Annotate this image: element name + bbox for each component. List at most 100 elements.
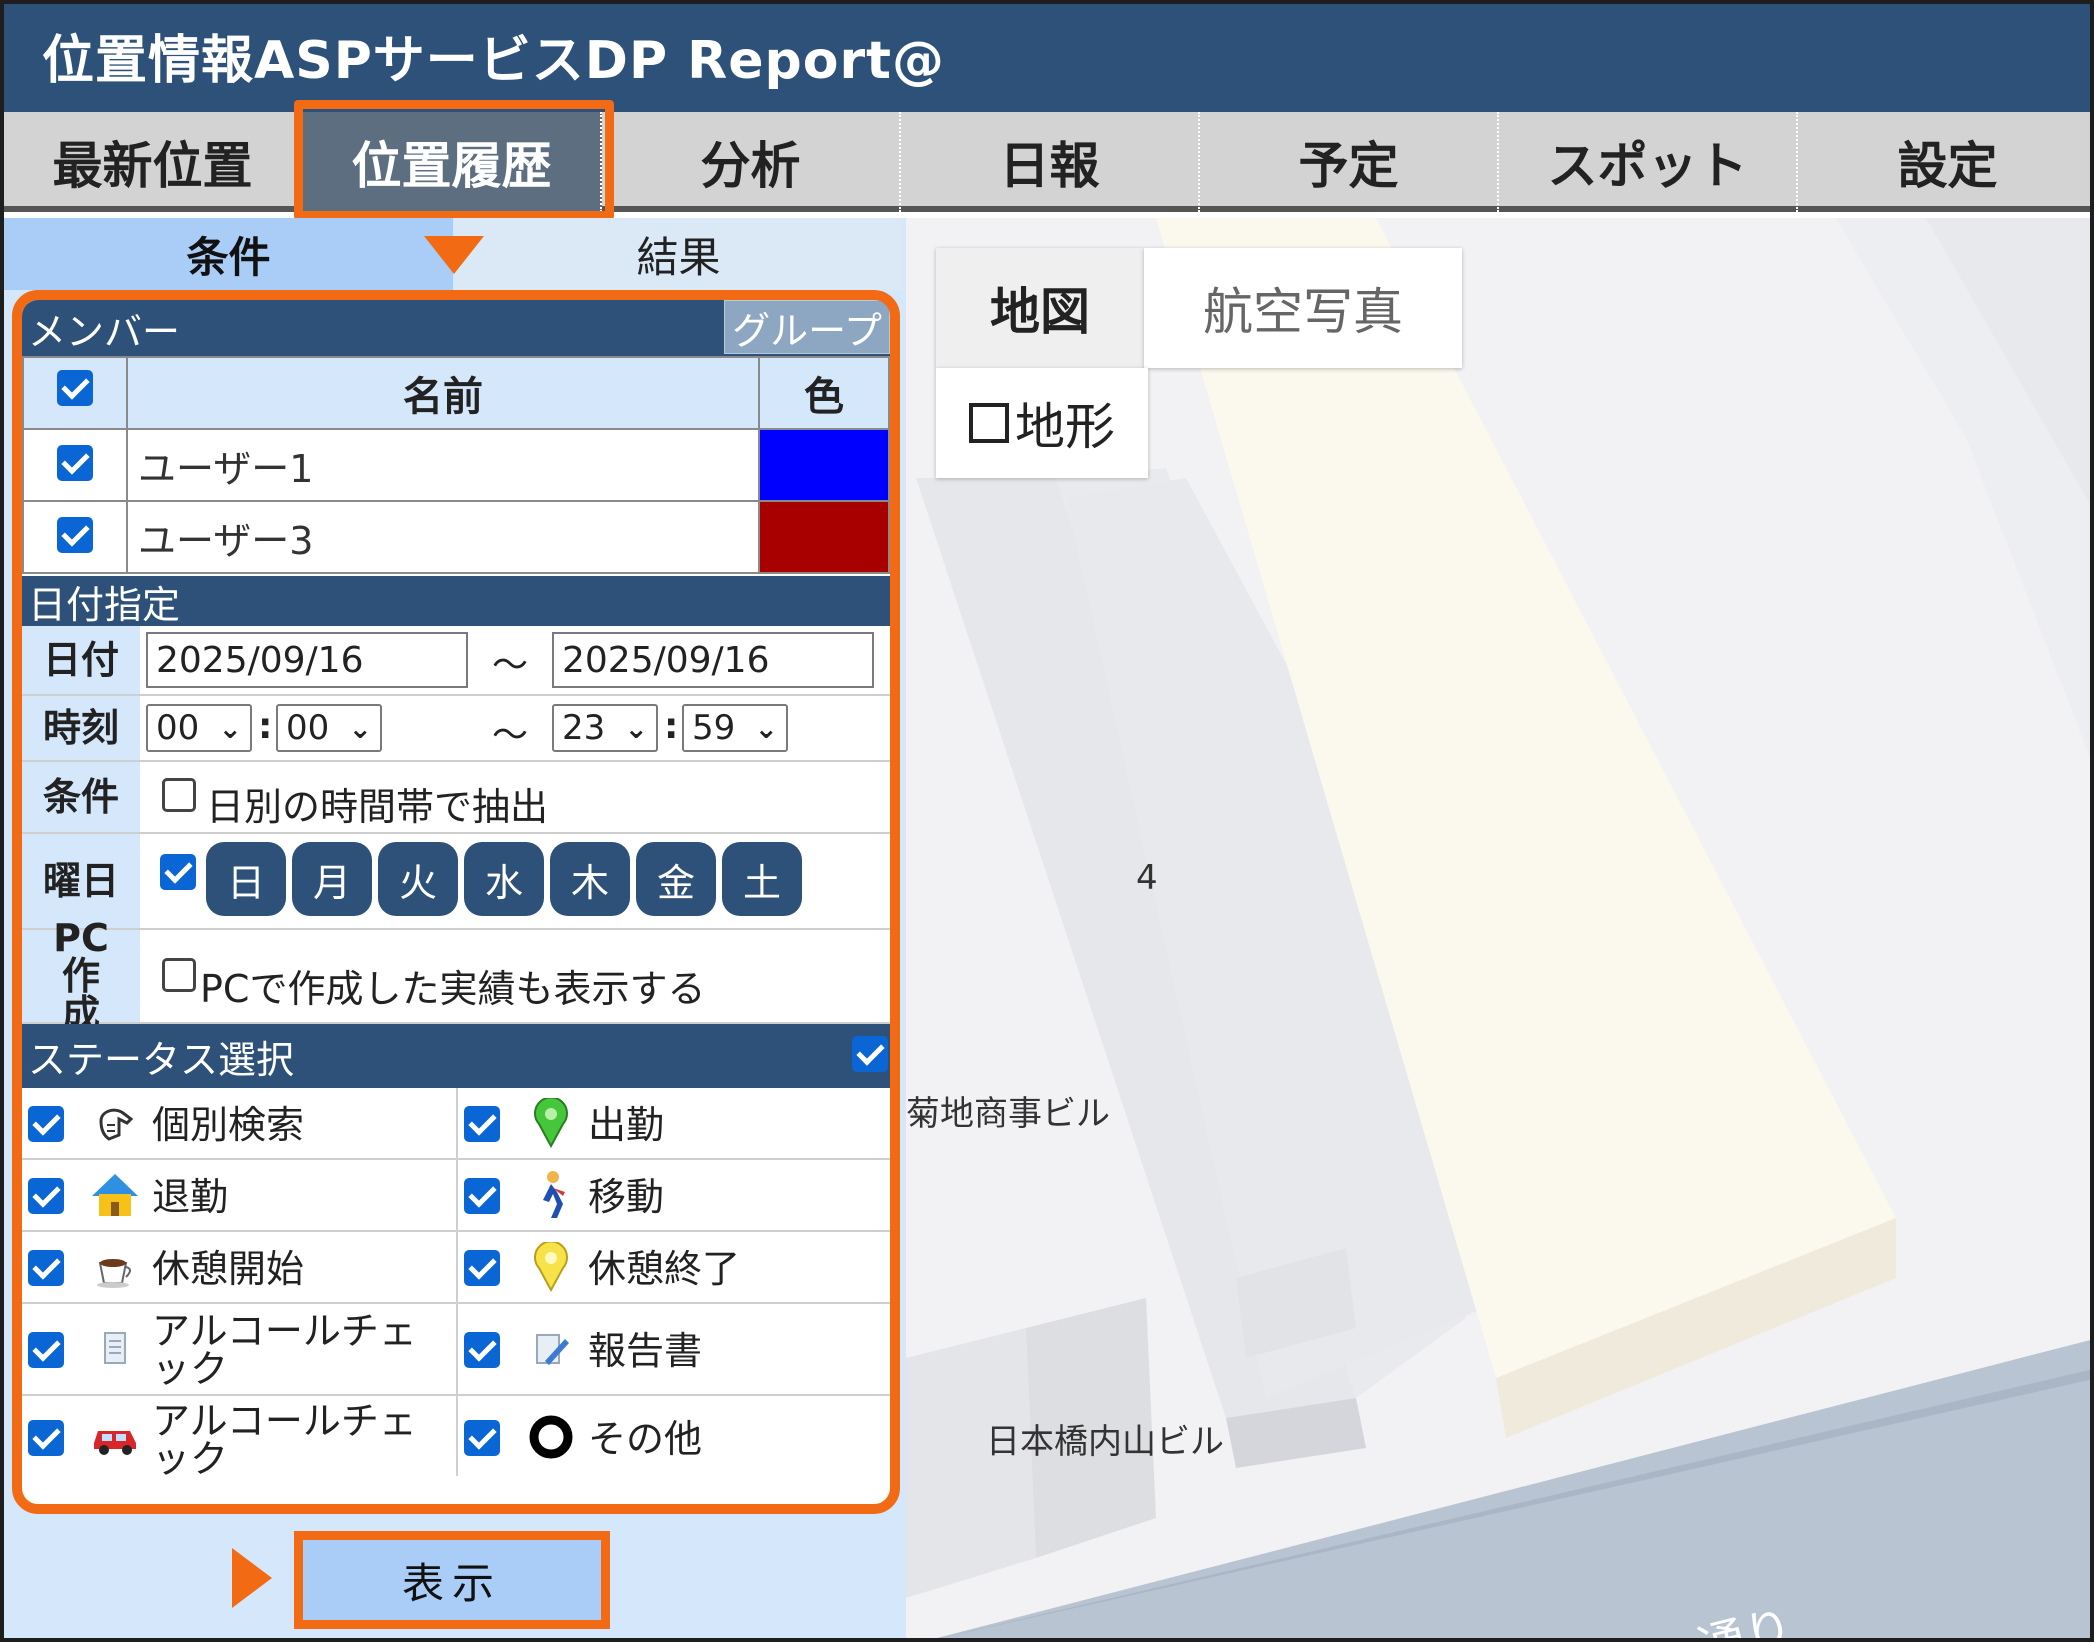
range-tilde: ～: [492, 645, 529, 686]
nav-spot[interactable]: スポット: [1499, 112, 1798, 212]
weekday-all-checkbox[interactable]: [160, 854, 196, 890]
pc-created-checkbox[interactable]: [162, 958, 196, 992]
status-checkbox[interactable]: [464, 1178, 500, 1214]
chevron-down-icon: ⌄: [348, 712, 372, 745]
map-building-label: 日本橋内山ビル: [986, 1422, 1224, 1462]
condition-label: 条件: [22, 762, 140, 832]
chevron-down-icon: ⌄: [754, 712, 778, 745]
map-number-label: 4: [1136, 858, 1158, 898]
black-ring-icon: [526, 1412, 576, 1462]
terrain-toggle[interactable]: 地形: [936, 368, 1148, 478]
weekday-tue-button[interactable]: 火: [378, 842, 458, 916]
pointing-hand-icon: [90, 1098, 140, 1148]
condition-row: 条件 日別の時間帯で抽出: [22, 762, 890, 834]
col-name: 名前: [126, 356, 760, 430]
weekday-thu-button[interactable]: 木: [550, 842, 630, 916]
start-minute-select[interactable]: 00 ⌄: [276, 704, 382, 752]
red-car-icon: [90, 1412, 140, 1462]
weekday-row: 曜日 日 月 火 水 木 金 土: [22, 834, 890, 930]
status-label: 報告書: [588, 1329, 703, 1373]
weekday-wed-button[interactable]: 水: [464, 842, 544, 916]
weekday-fri-button[interactable]: 金: [636, 842, 716, 916]
nav-daily-report[interactable]: 日報: [901, 112, 1200, 212]
member-checkbox[interactable]: [57, 517, 93, 553]
members-header: メンバー グループ: [22, 300, 890, 356]
end-date-input[interactable]: 2025/09/16: [552, 632, 874, 688]
tab-conditions[interactable]: 条件: [4, 218, 453, 290]
status-all-checkbox[interactable]: [852, 1036, 888, 1072]
status-checkbox[interactable]: [464, 1250, 500, 1286]
coffee-cup-icon: [90, 1242, 140, 1292]
terrain-checkbox[interactable]: [969, 403, 1009, 443]
status-label: 出勤: [588, 1103, 665, 1147]
member-color-swatch[interactable]: [758, 428, 890, 502]
table-row: ユーザー1: [22, 428, 890, 502]
status-label: 退勤: [152, 1175, 229, 1219]
group-button[interactable]: グループ: [724, 300, 890, 354]
map-building-label: 菊地商事ビル: [906, 1094, 1110, 1134]
end-hour-select[interactable]: 23 ⌄: [552, 704, 658, 752]
document-icon: [90, 1324, 140, 1374]
member-checkbox[interactable]: [57, 445, 93, 481]
app-window: 位置情報ASPサービスDP Report@ 最新位置 位置履歴 分析 日報 予定…: [0, 0, 2094, 1642]
nav-schedule[interactable]: 予定: [1200, 112, 1499, 212]
status-checkbox[interactable]: [28, 1106, 64, 1142]
weekday-mon-button[interactable]: 月: [292, 842, 372, 916]
conditions-panel: メンバー グループ 名前 色 ユーザー1 ユーザー3 日付指定 日付 2025/…: [12, 290, 900, 1514]
status-checkbox[interactable]: [464, 1420, 500, 1456]
nav-analysis[interactable]: 分析: [602, 112, 901, 212]
end-minute-select[interactable]: 59 ⌄: [682, 704, 788, 752]
table-row: ユーザー3: [22, 500, 890, 574]
member-name: ユーザー1: [126, 428, 760, 502]
date-label: 日付: [22, 626, 140, 694]
map-view[interactable]: 地図 航空写真 地形 4 菊地商事ビル 日本橋内山ビル 通り: [906, 218, 2090, 1638]
nav-settings[interactable]: 設定: [1798, 112, 2090, 212]
app-header: 位置情報ASPサービスDP Report@: [4, 4, 2090, 112]
status-checkbox[interactable]: [464, 1106, 500, 1142]
nav-position-history[interactable]: 位置履歴: [303, 112, 602, 212]
show-button[interactable]: 表示: [294, 1531, 610, 1629]
green-pin-icon: [526, 1098, 576, 1148]
time-label: 時刻: [22, 696, 140, 760]
tab-results[interactable]: 結果: [454, 218, 903, 290]
daily-timeband-checkbox[interactable]: [162, 778, 196, 812]
start-date-input[interactable]: 2025/09/16: [146, 632, 468, 688]
report-pen-icon: [526, 1324, 576, 1374]
nav-latest-position[interactable]: 最新位置: [4, 112, 303, 212]
pc-created-label: PC作成: [22, 919, 140, 1033]
status-label: 休憩開始: [152, 1247, 305, 1291]
date-header-title: 日付指定: [28, 582, 181, 627]
status-checkbox[interactable]: [28, 1332, 64, 1368]
status-checkbox[interactable]: [28, 1178, 64, 1214]
pc-created-row: PC作成 PCで作成した実績も表示する: [22, 919, 890, 1033]
main-nav: 最新位置 位置履歴 分析 日報 予定 スポット 設定: [4, 112, 2090, 212]
map-type-map-button[interactable]: 地図: [936, 248, 1144, 368]
status-row: アルコールチェック その他: [22, 1396, 890, 1481]
app-title: 位置情報ASPサービスDP Report@: [42, 31, 945, 91]
status-header: ステータス選択: [22, 1024, 890, 1088]
members-table: 名前 色 ユーザー1 ユーザー3: [22, 356, 890, 574]
status-label: 移動: [588, 1175, 665, 1219]
status-checkbox[interactable]: [464, 1332, 500, 1368]
time-row: 時刻 00 ⌄ : 00 ⌄ ～ 23 ⌄ : 59 ⌄: [22, 696, 890, 762]
house-icon: [90, 1170, 140, 1220]
member-color-swatch[interactable]: [758, 500, 890, 574]
weekday-sun-button[interactable]: 日: [206, 842, 286, 916]
status-label: アルコールチェック: [152, 1399, 417, 1481]
status-checkbox[interactable]: [28, 1250, 64, 1286]
walking-person-icon: [526, 1170, 576, 1220]
chevron-down-icon: ⌄: [624, 712, 648, 745]
arrow-right-icon: [232, 1548, 272, 1608]
status-label: 個別検索: [152, 1103, 305, 1147]
member-name: ユーザー3: [126, 500, 760, 574]
status-header-title: ステータス選択: [28, 1037, 295, 1082]
map-type-aerial-button[interactable]: 航空写真: [1144, 248, 1462, 368]
status-row: 休憩開始 休憩終了: [22, 1232, 890, 1304]
status-row: アルコールチェック 報告書: [22, 1304, 890, 1396]
status-checkbox[interactable]: [28, 1420, 64, 1456]
members-title: メンバー: [28, 309, 181, 354]
weekday-sat-button[interactable]: 土: [722, 842, 802, 916]
start-hour-select[interactable]: 00 ⌄: [146, 704, 252, 752]
select-all-members-checkbox[interactable]: [57, 370, 93, 406]
pc-created-text: PCで作成した実績も表示する: [200, 967, 706, 1011]
